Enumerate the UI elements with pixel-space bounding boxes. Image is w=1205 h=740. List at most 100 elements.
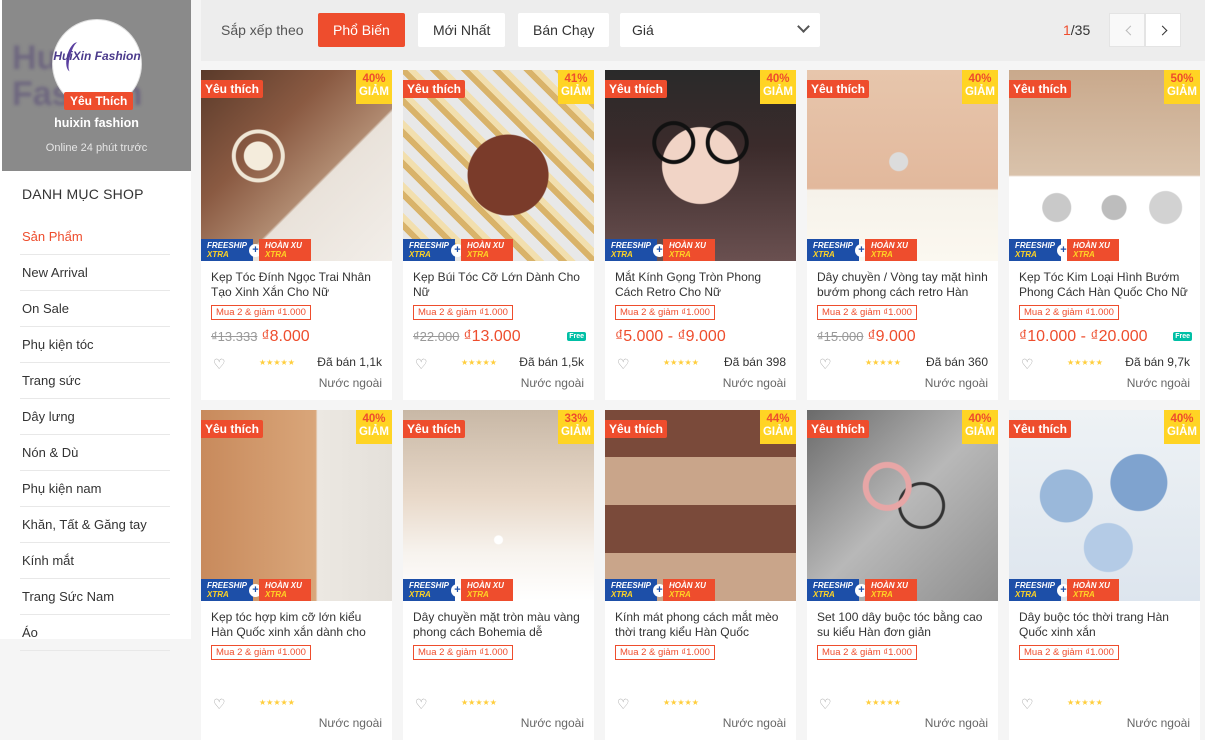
discount-badge: 50% GIẢM xyxy=(1164,70,1200,104)
product-price: ₫22.000 ₫13.000 xyxy=(413,328,521,346)
discount-label: GIẢM xyxy=(964,426,996,438)
heart-icon[interactable]: ♡ xyxy=(819,696,832,713)
product-card[interactable]: Yêu thích 40% GIẢM FREESHIP XTRA + HOÀN X… xyxy=(201,410,392,740)
shipping-tags: FREESHIP XTRA + HOÀN XU XTRA xyxy=(201,239,311,261)
shipping-tags: FREESHIP XTRA + HOÀN XU XTRA xyxy=(807,579,917,601)
product-price: ₫13.333 ₫8.000 xyxy=(211,328,310,346)
favorite-label: Yêu thích xyxy=(403,80,466,98)
favorite-label: Yêu thích xyxy=(201,80,264,98)
sale-price: ₫13.000 xyxy=(463,328,521,345)
product-name[interactable]: Kẹp Búi Tóc Cỡ Lớn Dành Cho Nữ xyxy=(413,270,585,299)
sort-bar: Sắp xếp theo Phổ Biến Mới Nhất Bán Chạy … xyxy=(201,0,1205,61)
current-page: 1 xyxy=(1063,22,1071,38)
product-name[interactable]: Dây chuyền / Vòng tay mặt hình bướm phon… xyxy=(817,270,989,299)
shipping-tags: FREESHIP XTRA + HOÀN XU XTRA xyxy=(605,239,715,261)
promo-tag: Mua 2 & giảm ₫1.000 xyxy=(615,305,715,320)
product-name[interactable]: Kẹp tóc hợp kim cỡ lớn kiểu Hàn Quốc xin… xyxy=(211,610,383,639)
discount-percent: 44% xyxy=(766,413,790,425)
product-card[interactable]: Yêu thích 40% GIẢM FREESHIP XTRA + HOÀN X… xyxy=(201,70,392,400)
sort-popular-button[interactable]: Phổ Biến xyxy=(318,13,405,47)
product-card[interactable]: Yêu thích 40% GIẢM FREESHIP XTRA + HOÀN X… xyxy=(807,410,998,740)
shop-card[interactable]: HuiXin Fashion HuiXin Fashion Yêu Thích … xyxy=(2,0,191,171)
sold-count: Đã bán 9,7k xyxy=(1125,355,1190,369)
favorite-label: Yêu thích xyxy=(1009,420,1072,438)
heart-icon[interactable]: ♡ xyxy=(1021,696,1034,713)
discount-label: GIẢM xyxy=(560,86,592,98)
product-name[interactable]: Dây buộc tóc thời trang Hàn Quốc xinh xắ… xyxy=(1019,610,1191,639)
product-origin: Nước ngoài xyxy=(520,376,584,390)
product-price: ₫10.000 - ₫20.000 xyxy=(1019,328,1148,346)
product-name[interactable]: Kẹp Tóc Kim Loại Hình Bướm Phong Cách Hà… xyxy=(1019,270,1191,299)
favorite-label: Yêu thích xyxy=(605,80,668,98)
favorite-label: Yêu thích xyxy=(807,420,870,438)
discount-badge: 40% GIẢM xyxy=(356,70,392,104)
category-item-khan-tat-gang-tay[interactable]: Khăn, Tất & Găng tay xyxy=(20,507,170,543)
sort-newest-button[interactable]: Mới Nhất xyxy=(418,13,506,47)
discount-percent: 40% xyxy=(362,73,386,85)
discount-label: GIẢM xyxy=(358,86,390,98)
category-item-kinh-mat[interactable]: Kính mắt xyxy=(20,543,170,579)
discount-label: GIẢM xyxy=(762,86,794,98)
category-item-phu-kien-toc[interactable]: Phụ kiện tóc xyxy=(20,327,170,363)
category-item-ao[interactable]: Áo xyxy=(20,615,170,651)
product-name[interactable]: Set 100 dây buộc tóc bằng cao su kiểu Hà… xyxy=(817,610,989,639)
heart-icon[interactable]: ♡ xyxy=(213,696,226,713)
category-item-trang-suc-nam[interactable]: Trang Sức Nam xyxy=(20,579,170,615)
favorite-label: Yêu thích xyxy=(403,420,466,438)
product-card[interactable]: Yêu thích 44% GIẢM FREESHIP XTRA + HOÀN X… xyxy=(605,410,796,740)
heart-icon[interactable]: ♡ xyxy=(213,356,226,373)
freeship-xtra-tag: FREESHIP XTRA xyxy=(201,239,253,261)
chevron-left-icon xyxy=(1125,25,1136,36)
favorite-label: Yêu thích xyxy=(1009,80,1072,98)
heart-icon[interactable]: ♡ xyxy=(415,356,428,373)
category-list: Sản Phẩm New Arrival On Sale Phụ kiện tó… xyxy=(20,219,170,651)
discount-percent: 40% xyxy=(766,73,790,85)
discount-badge: 40% GIẢM xyxy=(962,70,998,104)
heart-icon[interactable]: ♡ xyxy=(819,356,832,373)
next-page-button[interactable] xyxy=(1145,13,1181,47)
product-card[interactable]: Yêu thích 40% GIẢM FREESHIP XTRA + HOÀN X… xyxy=(807,70,998,400)
product-card[interactable]: Yêu thích 50% GIẢM FREESHIP XTRA + HOÀN X… xyxy=(1009,70,1200,400)
sort-bestseller-button[interactable]: Bán Chạy xyxy=(518,13,610,47)
heart-icon[interactable]: ♡ xyxy=(1021,356,1034,373)
category-item-san-pham[interactable]: Sản Phẩm xyxy=(20,219,170,255)
previous-page-button[interactable] xyxy=(1109,13,1145,47)
favorite-shop-badge: Yêu Thích xyxy=(64,92,134,110)
freeship-xtra-tag: FREESHIP XTRA xyxy=(605,239,657,261)
freeship-xtra-tag: FREESHIP XTRA xyxy=(403,239,455,261)
discount-badge: 40% GIẢM xyxy=(962,410,998,444)
hoan-xu-xtra-tag: HOÀN XU XTRA xyxy=(865,579,917,601)
shipping-tags: FREESHIP XTRA + HOÀN XU XTRA xyxy=(1009,239,1119,261)
rating-stars: ★★★★★ xyxy=(663,358,699,367)
promo-tag: Mua 2 & giảm ₫1.000 xyxy=(211,645,311,660)
category-item-on-sale[interactable]: On Sale xyxy=(20,291,170,327)
category-item-new-arrival[interactable]: New Arrival xyxy=(20,255,170,291)
promo-tag: Mua 2 & giảm ₫1.000 xyxy=(1019,645,1119,660)
heart-icon[interactable]: ♡ xyxy=(617,356,630,373)
product-origin: Nước ngoài xyxy=(318,716,382,730)
discount-badge: 40% GIẢM xyxy=(356,410,392,444)
category-item-phu-kien-nam[interactable]: Phụ kiện nam xyxy=(20,471,170,507)
heart-icon[interactable]: ♡ xyxy=(617,696,630,713)
price-sort-select[interactable]: Giá xyxy=(620,13,820,47)
product-card[interactable]: Yêu thích 33% GIẢM FREESHIP XTRA + HOÀN X… xyxy=(403,410,594,740)
product-name[interactable]: Mắt Kính Gọng Tròn Phong Cách Retro Cho … xyxy=(615,270,787,299)
sold-count: Đã bán 360 xyxy=(925,355,988,369)
shop-name[interactable]: huixin fashion xyxy=(2,116,191,130)
product-card[interactable]: Yêu thích 40% GIẢM FREESHIP XTRA + HOÀN X… xyxy=(1009,410,1200,740)
favorite-label: Yêu thích xyxy=(605,420,668,438)
category-item-non-du[interactable]: Nón & Dù xyxy=(20,435,170,471)
hoan-xu-xtra-tag: HOÀN XU XTRA xyxy=(259,239,311,261)
discount-badge: 41% GIẢM xyxy=(558,70,594,104)
category-item-day-lung[interactable]: Dây lưng xyxy=(20,399,170,435)
category-item-trang-suc[interactable]: Trang sức xyxy=(20,363,170,399)
product-name[interactable]: Dây chuyền mặt tròn màu vàng phong cách … xyxy=(413,610,585,639)
heart-icon[interactable]: ♡ xyxy=(415,696,428,713)
discount-label: GIẢM xyxy=(358,426,390,438)
product-origin: Nước ngoài xyxy=(924,376,988,390)
product-card[interactable]: Yêu thích 41% GIẢM FREESHIP XTRA + HOÀN X… xyxy=(403,70,594,400)
product-name[interactable]: Kẹp Tóc Đính Ngọc Trai Nhân Tạo Xinh Xắn… xyxy=(211,270,383,299)
product-card[interactable]: Yêu thích 40% GIẢM FREESHIP XTRA + HOÀN X… xyxy=(605,70,796,400)
hoan-xu-xtra-tag: HOÀN XU XTRA xyxy=(461,579,513,601)
product-name[interactable]: Kính mát phong cách mắt mèo thời trang k… xyxy=(615,610,787,639)
